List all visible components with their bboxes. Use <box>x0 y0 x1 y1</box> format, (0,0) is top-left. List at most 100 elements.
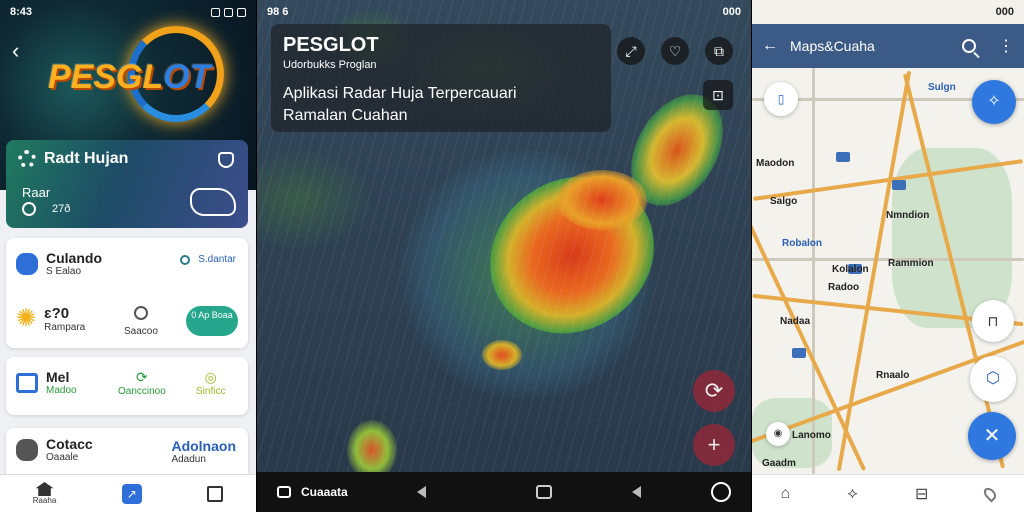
map-label: Nadaa <box>780 316 811 327</box>
app-description-line1: Aplikasi Radar Huja Terpercauari <box>283 85 517 102</box>
radar-map-screen[interactable]: 98 6 000 PESGLOT Udorbukks Proglan Aplik… <box>257 0 751 512</box>
bottom-bar-label: Cuaaata <box>301 485 348 499</box>
route-shield-icon <box>836 152 850 162</box>
shield-icon[interactable]: ⬡ <box>970 356 1016 402</box>
map-label: Lanomo <box>792 430 831 441</box>
layers-icon[interactable]: ⧉ <box>705 37 733 65</box>
card-value: ɛ?0 <box>44 304 70 322</box>
weather-card-mel[interactable]: Mel Madoo ⟳ Oanccinoo ◎ Sinficc <box>6 357 248 415</box>
home-square-icon[interactable] <box>536 485 553 499</box>
card-subtitle: S Ealao <box>46 266 82 277</box>
add-fab-icon[interactable]: + <box>693 424 735 466</box>
app-tagline: Udorbukks Proglan <box>283 59 377 71</box>
home-outline-icon[interactable]: ⌂ <box>781 485 791 503</box>
fullscreen-icon[interactable]: ⊡ <box>703 80 733 110</box>
refresh-icon: ⟳ <box>136 369 148 385</box>
more-icon[interactable]: ⋮ <box>998 36 1014 56</box>
prev-icon[interactable] <box>632 486 642 498</box>
wind-icon <box>133 306 148 320</box>
status-right: 000 <box>722 6 741 18</box>
share-icon[interactable]: ⤢ <box>617 37 645 65</box>
map-label: Robalon <box>782 238 822 249</box>
close-fab-icon[interactable]: ✕ <box>968 412 1016 460</box>
card-right-sub: Adadun <box>171 454 206 465</box>
menu-icon[interactable] <box>277 486 291 498</box>
sync-icon: ◎ <box>204 369 217 385</box>
puzzle-icon <box>16 252 38 275</box>
sun-icon: ✺ <box>16 305 37 332</box>
maps-screen: 000 Sulgn Maodon Salgo Nmndion Robalon K… <box>752 0 1024 512</box>
weather-card-cotacc[interactable]: Cotacc Oaaale Adolnaon Adadun <box>6 428 248 474</box>
status-icons <box>211 7 246 17</box>
location-pin-icon[interactable] <box>981 485 999 502</box>
route-shield-icon <box>892 180 906 190</box>
card-right-title: Adolnaon <box>171 438 236 454</box>
card-sub-b: Oanccinoo <box>118 386 166 397</box>
nav-home[interactable]: Raaha <box>32 482 57 505</box>
app-description-line2: Ramalan Cuahan <box>283 107 408 124</box>
search-icon[interactable] <box>962 39 976 53</box>
status-bar: 000 <box>752 0 1024 24</box>
map-label: Gaadm <box>762 458 796 469</box>
status-right: 000 <box>995 6 1014 18</box>
minor-road <box>812 68 815 474</box>
back-arrow-icon[interactable]: ‹ <box>12 38 19 64</box>
status-bar: 8:43 <box>0 0 256 24</box>
map-label: Rammion <box>888 258 934 269</box>
map-label: Rnaalo <box>876 370 910 381</box>
back-icon[interactable] <box>417 486 427 498</box>
app-name: PESGLOT <box>283 34 379 56</box>
locate-fab-icon[interactable]: ✧ <box>972 80 1016 124</box>
route-shield-icon <box>792 348 806 358</box>
card-title: Mel <box>46 369 70 385</box>
map-label: Nmndion <box>886 210 930 221</box>
status-time: 98 6 <box>267 6 289 18</box>
bottom-nav: ⌂ ⟡ ⊟ <box>752 474 1024 512</box>
back-arrow-icon[interactable]: ← <box>762 37 778 55</box>
rain-radar-card[interactable]: Radt Hujan Raar 27ð <box>6 140 248 228</box>
status-time: 8:43 <box>10 6 33 18</box>
gear-icon <box>18 150 36 168</box>
card-value-label: Rampara <box>44 321 86 333</box>
bottom-nav: Raaha ↗ <box>0 474 256 512</box>
bookmark-icon[interactable]: ⊓ <box>972 300 1014 342</box>
map-outline-icon <box>190 188 236 216</box>
card-title: Culando <box>46 250 102 266</box>
map-label: Maodon <box>756 158 795 169</box>
bottom-bar: Cuaaata <box>257 472 751 512</box>
refresh-fab-icon[interactable]: ⟳ <box>693 370 735 412</box>
status-pill-button[interactable]: 0 Ap Boaa <box>186 306 238 336</box>
pin-icon[interactable]: ◉ <box>766 422 790 446</box>
maps-title: Maps&Cuaha <box>790 38 875 54</box>
nav-radar-icon[interactable]: ↗ <box>121 483 142 504</box>
puzzle-icon <box>16 438 38 461</box>
map-label: Radoo <box>828 282 860 293</box>
app-title-card: PESGLOT Udorbukks Proglan Aplikasi Radar… <box>271 24 611 132</box>
app-screen-home: 8:43 ‹ PESGLOT Radt Hujan Raar 27ð Culan… <box>0 0 256 512</box>
heart-icon[interactable]: ♡ <box>661 37 689 65</box>
map-label: Kolalon <box>832 264 869 275</box>
time-icon[interactable] <box>711 482 731 502</box>
card-sub-a: Madoo <box>46 385 77 396</box>
radar-card-title: Radt Hujan <box>44 150 129 167</box>
card-right-label[interactable]: S.dantar <box>198 254 236 265</box>
app-logo: PESGLOT <box>48 26 228 122</box>
saved-icon[interactable]: ⊟ <box>915 484 928 504</box>
logo-wordmark: PESGLOT <box>48 58 211 96</box>
status-bar: 98 6 000 <box>257 0 751 24</box>
location-icon <box>180 254 191 265</box>
route-icon[interactable]: ⟡ <box>847 485 858 503</box>
favorite-icon[interactable] <box>218 152 234 168</box>
weather-card-culando[interactable]: Culando S Ealao S.dantar ✺ ɛ?0 Rampara S… <box>6 238 248 348</box>
home-icon <box>35 482 54 496</box>
clock-icon <box>22 202 36 216</box>
radar-card-label: Raar <box>22 185 51 200</box>
list-icon <box>16 372 38 393</box>
card-sub-c: Sinficc <box>196 386 226 397</box>
map-label: Sulgn <box>928 82 956 93</box>
nav-overview[interactable] <box>207 485 224 502</box>
card-subtitle: Oaaale <box>46 452 79 463</box>
nav-home-label: Raaha <box>32 496 57 505</box>
layer-toggle-icon[interactable]: ▯ <box>764 82 798 116</box>
square-icon <box>207 485 224 502</box>
